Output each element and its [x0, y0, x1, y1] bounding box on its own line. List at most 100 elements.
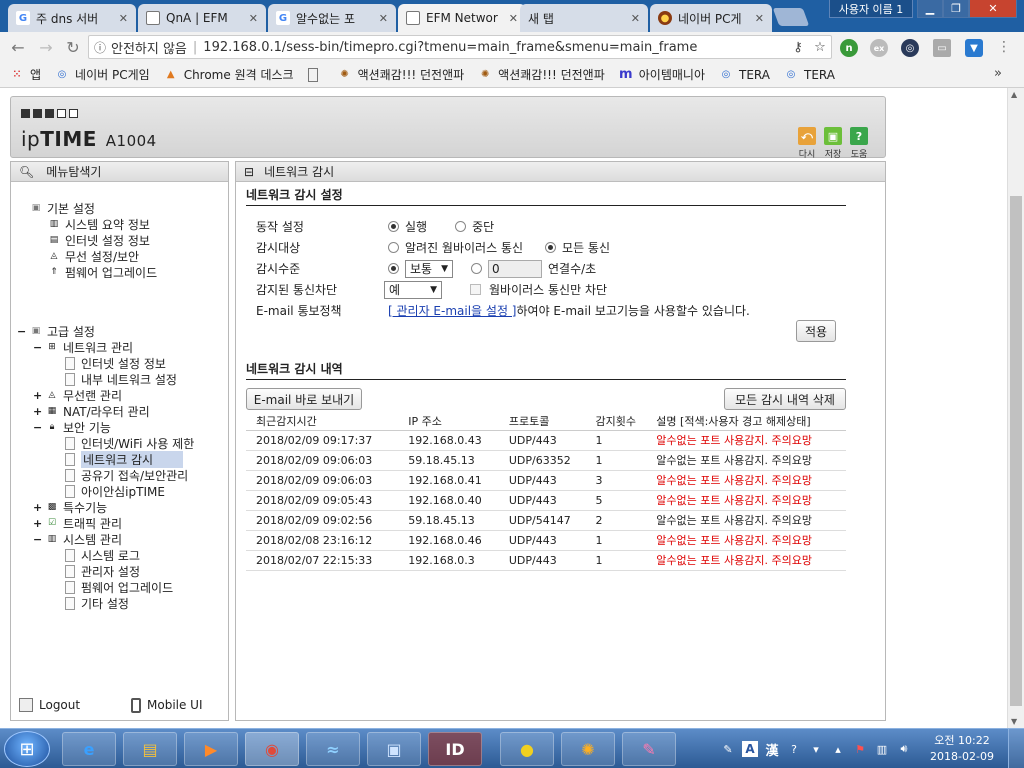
radio-all-traffic[interactable] [545, 242, 557, 253]
internet-explorer-icon[interactable]: e [62, 732, 116, 766]
media-player-icon[interactable]: ▶ [184, 732, 238, 766]
tree-network-management[interactable]: − ⊞ 네트워크 관리 [33, 339, 133, 355]
tree-item-child-safe[interactable]: 아이안심ipTIME [65, 483, 165, 499]
expand-icon[interactable]: + [33, 389, 43, 402]
close-icon[interactable]: ✕ [509, 12, 518, 25]
level-select[interactable]: 보통 ▼ [405, 259, 453, 278]
header-help-button[interactable]: ? 도움 [847, 127, 871, 160]
collapse-icon[interactable]: − [33, 421, 43, 434]
dolphin-icon[interactable]: ≈ [306, 732, 360, 766]
maximize-button[interactable]: ❐ [943, 0, 969, 18]
clock[interactable]: 오전 10:22 2018-02-09 [930, 733, 994, 765]
info-icon[interactable]: ⓘ [89, 39, 111, 56]
tree-security[interactable]: − 🔒︎ 보안 기능 [33, 419, 111, 435]
close-icon[interactable]: ✕ [379, 12, 388, 25]
radio-level-preset[interactable] [388, 263, 399, 274]
chrome-icon[interactable]: ◉ [245, 732, 299, 766]
tree-item-system-summary[interactable]: ▥ 시스템 요약 정보 [47, 216, 150, 232]
worm-only-checkbox[interactable] [470, 284, 481, 295]
bookmark-chrome-remote[interactable]: ▲ Chrome 원격 데스크 [164, 66, 294, 83]
radio-stop[interactable] [455, 221, 467, 232]
extension-gray-icon[interactable]: ex [870, 39, 888, 57]
tree-item-system-log[interactable]: 시스템 로그 [65, 547, 140, 563]
tab-efm-network[interactable]: EFM Networ ✕ [398, 4, 526, 32]
bookmark-tera-1[interactable]: ◎ TERA [719, 68, 770, 82]
tree-system-management[interactable]: − ▥ 시스템 관리 [33, 531, 122, 547]
file-explorer-icon[interactable]: ▤ [123, 732, 177, 766]
back-arrow-icon[interactable]: ← [8, 37, 28, 57]
start-button[interactable]: ⊞ [4, 731, 50, 767]
header-save-button[interactable]: ▣ 저장 [821, 127, 845, 160]
bookmark-itemmania[interactable]: m 아이템매니아 [619, 66, 705, 83]
collapse-icon[interactable]: − [33, 341, 43, 354]
tree-item-wireless-security[interactable]: ◬ 무선 설정/보안 [47, 248, 140, 264]
expand-icon[interactable]: + [33, 405, 43, 418]
radio-run[interactable] [388, 221, 399, 232]
tree-nat-router[interactable]: + ▦ NAT/라우터 관리 [33, 403, 150, 419]
tab-new-tab[interactable]: 새 탭 ✕ [520, 4, 648, 32]
tray-expand-icon[interactable]: ▴ [830, 741, 846, 757]
admin-email-link[interactable]: [ 관리자 E-mail을 설정 ] [388, 302, 517, 319]
extension-circle-icon[interactable]: ◎ [901, 39, 919, 57]
bookmark-dnf-1[interactable]: ✺ 액션쾌감!!! 던전앤파 [338, 66, 464, 83]
header-back-button[interactable]: ⤺ 다시 [795, 127, 819, 160]
logout-link[interactable]: Logout [19, 698, 80, 712]
ime-settings-icon[interactable]: ✎ [720, 741, 736, 757]
paint-icon[interactable]: ✎ [622, 732, 676, 766]
tree-item-access-limit[interactable]: 인터넷/WiFi 사용 제한 [65, 435, 194, 451]
network-icon[interactable]: ▥ [874, 741, 890, 757]
tree-item-network-monitor[interactable]: 네트워크 감시 [65, 450, 184, 468]
menu-icon[interactable]: ⋮ [994, 37, 1014, 57]
close-icon[interactable]: ✕ [249, 12, 258, 25]
page-scrollbar[interactable]: ▲ ▼ [1007, 88, 1024, 728]
remote-desktop-icon[interactable]: ▣ [367, 732, 421, 766]
tree-item-router-access[interactable]: 공유기 접속/보안관리 [65, 467, 188, 483]
address-bar[interactable]: ⓘ 안전하지 않음 | 192.168.0.1/sess-bin/timepro… [88, 35, 832, 59]
scroll-down-icon[interactable]: ▼ [1011, 717, 1017, 726]
bookmark-blank-page[interactable] [307, 67, 324, 82]
id-app-icon[interactable]: ID [428, 732, 482, 766]
extension-card-icon[interactable]: ▭ [933, 39, 951, 57]
bookmark-tera-2[interactable]: ◎ TERA [784, 68, 835, 82]
collapse-icon[interactable]: − [33, 533, 43, 546]
close-icon[interactable]: ✕ [755, 12, 764, 25]
tree-traffic-management[interactable]: + ☑ 트래픽 관리 [33, 515, 122, 531]
radio-level-custom[interactable] [471, 263, 482, 274]
bookmark-apps[interactable]: ⁙ 앱 [10, 66, 41, 83]
forward-arrow-icon[interactable]: → [36, 37, 56, 57]
delete-all-logs-button[interactable]: 모든 감시 내역 삭제 [724, 388, 846, 410]
new-tab-button[interactable] [772, 8, 810, 26]
tree-special-features[interactable]: + ▩ 특수기능 [33, 499, 107, 515]
mobile-ui-link[interactable]: Mobile UI [131, 697, 203, 713]
ime-hanja-icon[interactable]: 漢 [764, 741, 780, 759]
radio-known-worm[interactable] [388, 242, 399, 253]
extension-green-icon[interactable]: n [840, 39, 858, 57]
expand-icon[interactable]: + [33, 517, 43, 530]
shield-icon[interactable]: ▼ [965, 39, 983, 57]
show-desktop-button[interactable] [1008, 729, 1024, 768]
send-email-button[interactable]: E-mail 바로 보내기 [246, 388, 362, 410]
game-icon[interactable]: ✺ [561, 732, 615, 766]
block-select[interactable]: 예 ▼ [384, 280, 442, 299]
url-text[interactable]: 192.168.0.1/sess-bin/timepro.cgi?tmenu=m… [203, 40, 787, 55]
bookmark-dnf-2[interactable]: ✺ 액션쾌감!!! 던전앤파 [478, 66, 605, 83]
tab-unknown-port[interactable]: G 알수없는 포 ✕ [268, 4, 396, 32]
bookmark-naver-pc-game[interactable]: ◎ 네이버 PC게임 [55, 66, 150, 83]
bookmarks-overflow-icon[interactable]: » [994, 66, 1002, 81]
kakaotalk-icon[interactable]: ● [500, 732, 554, 766]
tree-basic-settings[interactable]: ▣ 기본 설정 [29, 200, 95, 216]
tree-item-internet-settings[interactable]: ▤ 인터넷 설정 정보 [47, 232, 150, 248]
custom-connections-input[interactable]: 0 [488, 259, 542, 278]
tree-advanced-settings[interactable]: − ▣ 고급 설정 [17, 323, 95, 339]
close-window-button[interactable]: ✕ [969, 0, 1017, 18]
tree-item-admin-settings[interactable]: 관리자 설정 [65, 563, 140, 579]
tree-wireless-management[interactable]: + ◬ 무선랜 관리 [33, 387, 122, 403]
reload-icon[interactable]: ↻ [63, 37, 83, 57]
tab-naver-pc-game[interactable]: ● 네이버 PC게 ✕ [650, 4, 772, 32]
volume-icon[interactable]: 🔊︎ [896, 741, 912, 757]
ime-help-icon[interactable]: ? [786, 741, 802, 757]
bookmark-star-icon[interactable]: ☆ [809, 40, 831, 55]
tree-item-lan-settings[interactable]: 내부 네트워크 설정 [65, 371, 177, 387]
tree-item-internet-settings-adv[interactable]: 인터넷 설정 정보 [65, 355, 166, 371]
tab-qna-efm[interactable]: QnA | EFM ✕ [138, 4, 266, 32]
